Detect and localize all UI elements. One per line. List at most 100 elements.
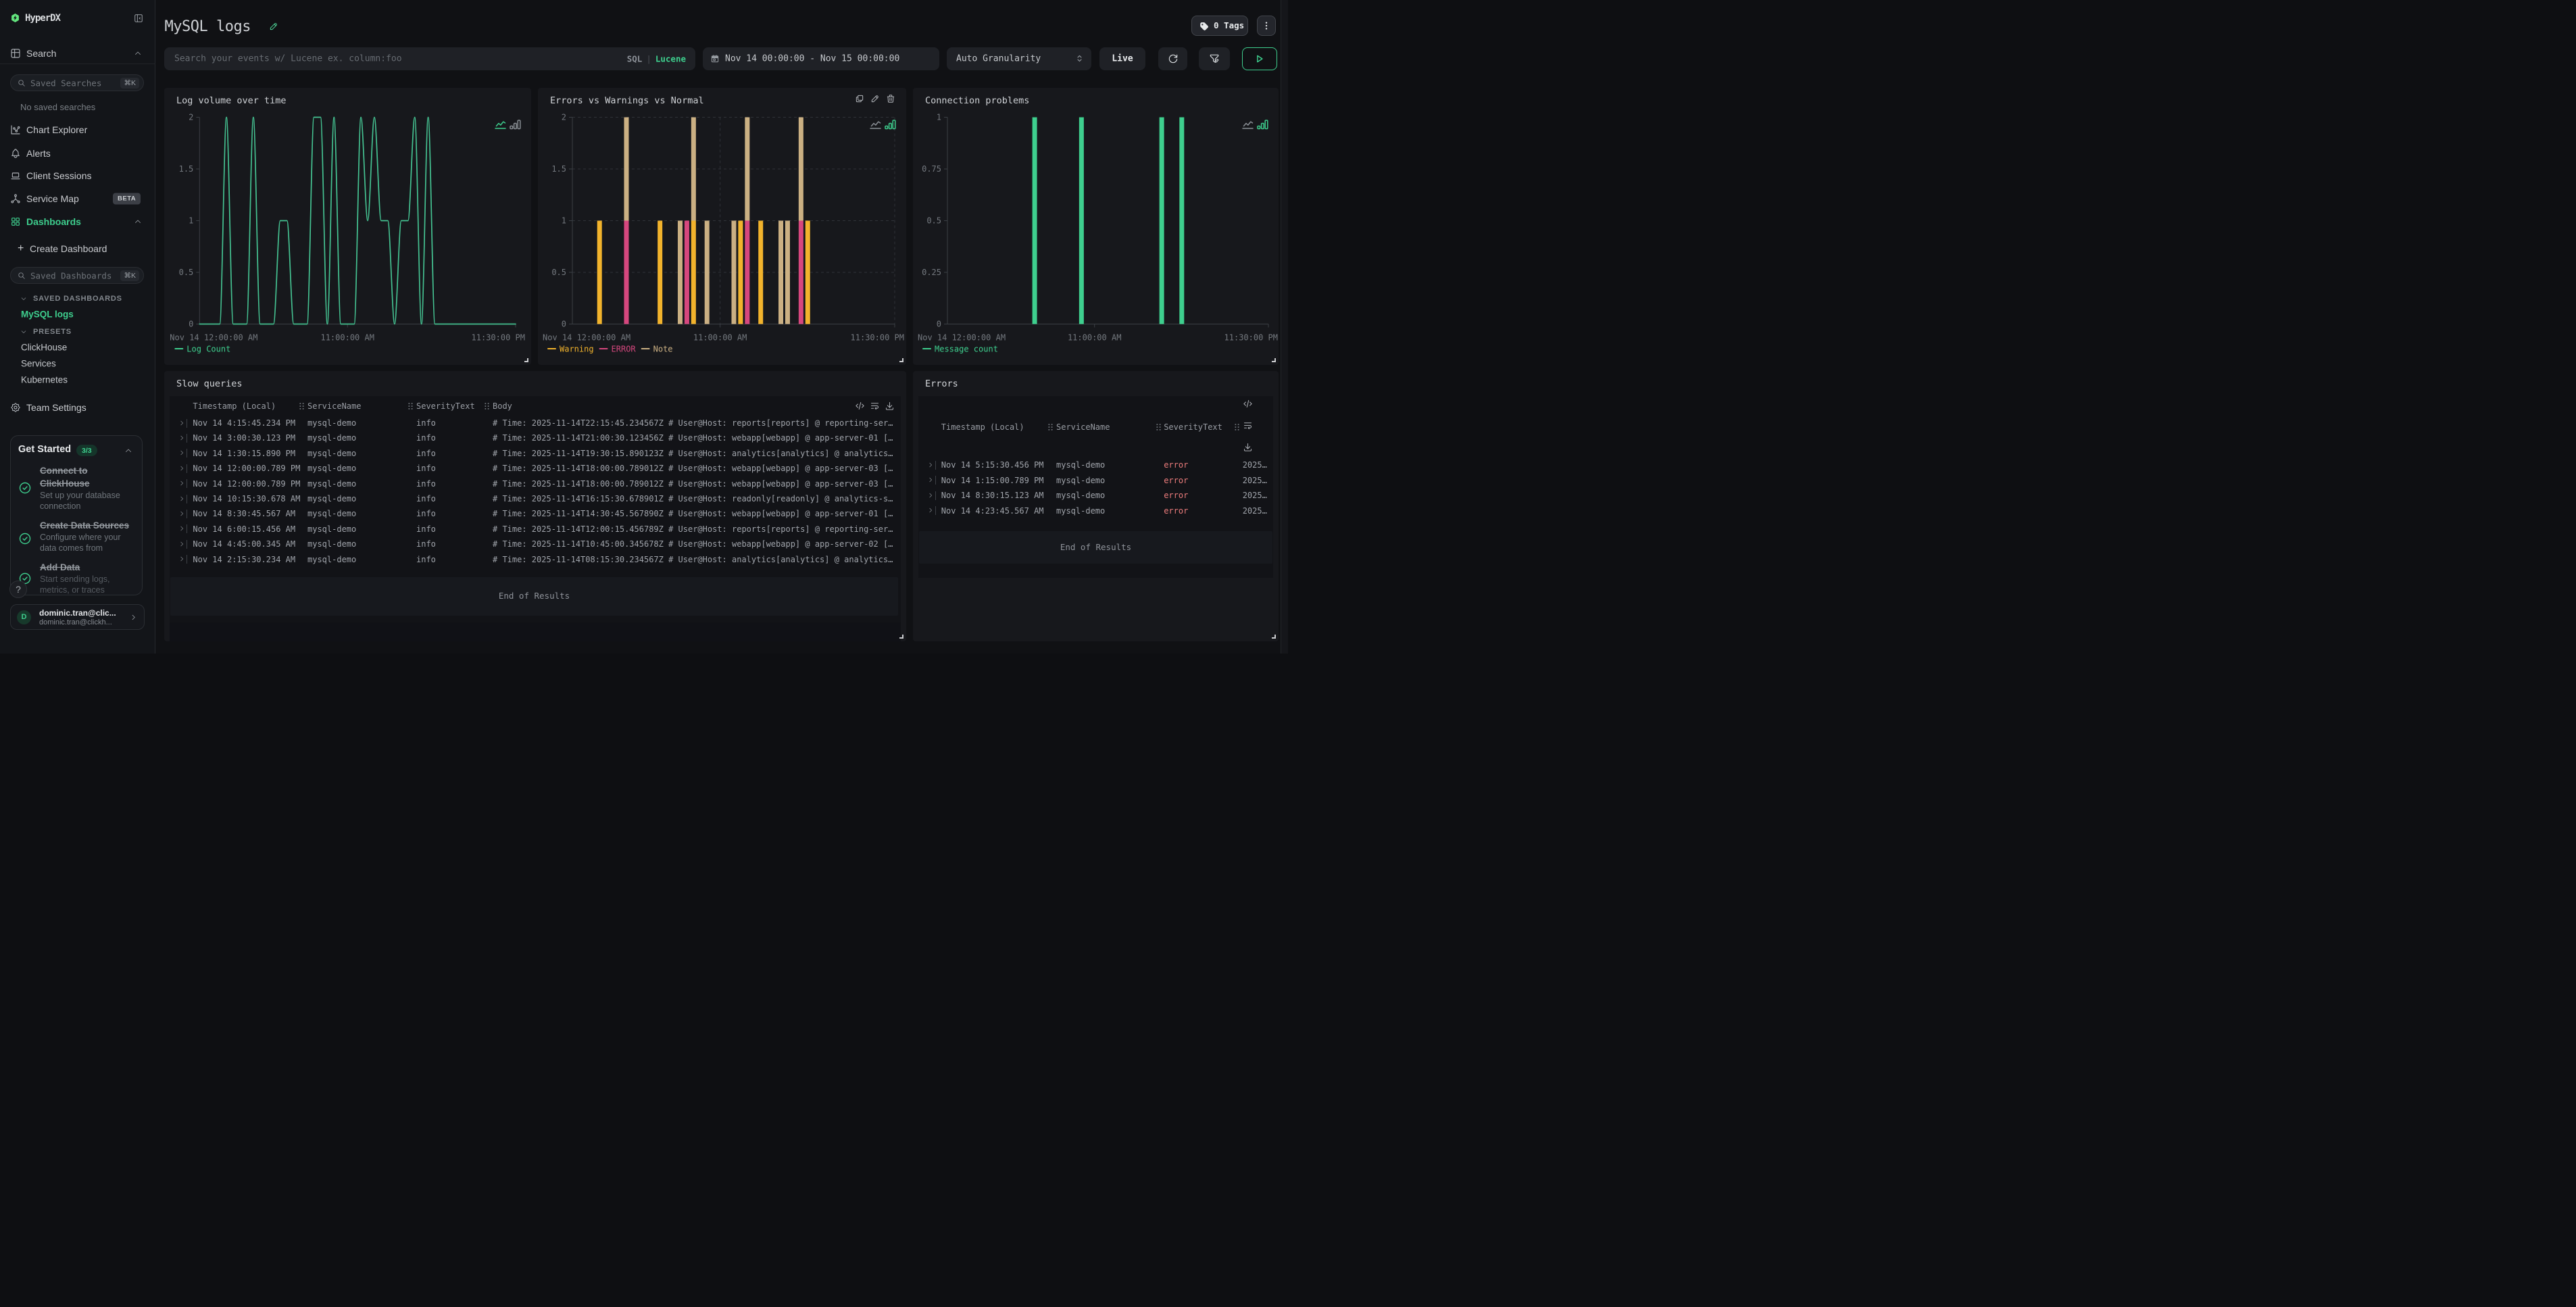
sidebar-item-team-settings[interactable]: Team Settings — [0, 397, 155, 418]
lucene-toggle[interactable]: Lucene — [655, 54, 686, 64]
expand-row-icon[interactable] — [178, 449, 185, 456]
section-presets[interactable]: PRESETS — [0, 324, 155, 339]
cell-body: # Time: 2025-11-14T08:15:30.234567Z # Us… — [493, 555, 893, 564]
run-query-button[interactable] — [1242, 47, 1277, 70]
cell-servicename: mysql-demo — [307, 539, 356, 549]
expand-row-icon[interactable] — [927, 492, 934, 499]
resize-handle[interactable] — [1272, 635, 1276, 639]
sidebar-collapse-icon[interactable] — [134, 14, 143, 23]
resize-handle[interactable] — [899, 358, 903, 362]
col-timestamp[interactable]: Timestamp (Local) — [941, 422, 1024, 432]
edit-title-icon[interactable] — [269, 22, 278, 31]
sidebar-item-client-sessions[interactable]: Client Sessions — [0, 166, 155, 186]
download-icon[interactable] — [885, 401, 895, 411]
resize-handle[interactable] — [899, 635, 903, 639]
create-dashboard-button[interactable]: + Create Dashboard — [0, 239, 155, 259]
expand-row-icon[interactable] — [927, 462, 934, 468]
expand-row-icon[interactable] — [178, 541, 185, 547]
cell-servicename: mysql-demo — [1056, 506, 1105, 516]
saved-searches-input[interactable]: Saved Searches ⌘K — [10, 74, 144, 91]
log-volume-chart[interactable]: 00.511.52Nov 14 12:00:00 AM11:00:00 AM11… — [164, 88, 531, 366]
column-drag-icon[interactable] — [407, 402, 414, 410]
expand-row-icon[interactable] — [178, 556, 185, 562]
errors-warnings-chart[interactable]: 00.511.52Nov 14 12:00:00 AM11:00:00 AM11… — [538, 88, 906, 366]
more-menu-button[interactable] — [1257, 16, 1276, 36]
expand-row-icon[interactable] — [927, 476, 934, 483]
help-button[interactable]: ? — [9, 581, 27, 598]
table-actions — [855, 401, 895, 411]
col-body[interactable]: Body — [493, 401, 512, 411]
expand-row-icon[interactable] — [178, 465, 185, 472]
section-saved-dashboards[interactable]: SAVED DASHBOARDS — [0, 291, 155, 306]
event-search-input[interactable]: Search your events w/ Lucene ex. column:… — [164, 47, 695, 70]
check-circle-icon — [18, 481, 32, 495]
saved-dashboards-input[interactable]: Saved Dashboards ⌘K — [10, 267, 144, 284]
tags-button[interactable]: 0 Tags — [1191, 16, 1248, 36]
live-button[interactable]: Live — [1099, 47, 1145, 70]
chevron-up-icon[interactable] — [124, 447, 132, 455]
date-range-value: Nov 14 00:00:00 - Nov 15 00:00:00 — [725, 54, 899, 64]
column-drag-icon[interactable] — [1234, 423, 1240, 431]
code-icon[interactable] — [1243, 399, 1253, 409]
tag-icon — [1199, 22, 1209, 31]
expand-row-icon[interactable] — [178, 525, 185, 532]
expand-row-icon[interactable] — [178, 495, 185, 502]
column-drag-icon[interactable] — [1156, 423, 1162, 431]
sidebar-item-alerts[interactable]: Alerts — [0, 143, 155, 164]
code-icon[interactable] — [855, 401, 865, 411]
col-servicename[interactable]: ServiceName — [1056, 422, 1110, 432]
horizontal-scrollbar[interactable] — [170, 622, 901, 641]
cell-timestamp: Nov 14 12:00:00.789 PM — [193, 464, 300, 473]
text-wrap-icon[interactable] — [870, 401, 880, 411]
connection-problems-chart[interactable]: 00.250.50.751Nov 14 12:00:00 AM11:00:00 … — [913, 88, 1279, 366]
get-started-item-title[interactable]: Create Data Sources — [40, 520, 138, 533]
sidebar-item-chart-explorer[interactable]: Chart Explorer — [0, 120, 155, 140]
column-drag-icon[interactable] — [484, 402, 490, 410]
col-severitytext[interactable]: SeverityText — [416, 401, 475, 411]
expand-row-icon[interactable] — [927, 507, 934, 514]
panel-title: Slow queries — [176, 378, 243, 389]
sidebar-item-service-map[interactable]: Service Map BETA — [0, 189, 155, 209]
date-range-input[interactable]: Nov 14 00:00:00 - Nov 15 00:00:00 — [703, 47, 939, 70]
sql-toggle[interactable]: SQL — [627, 54, 643, 64]
col-timestamp[interactable]: Timestamp (Local) — [193, 401, 276, 411]
cell-severity: error — [1164, 506, 1188, 516]
cell-servicename: mysql-demo — [1056, 476, 1105, 485]
preset-link-label: ClickHouse — [21, 342, 67, 352]
expand-row-icon[interactable] — [178, 480, 185, 487]
resize-handle[interactable] — [524, 358, 528, 362]
sidebar-item-clickhouse[interactable]: ClickHouse — [0, 340, 155, 355]
cell-body: # Time: 2025-11-14T18:00:00.789012Z # Us… — [493, 464, 893, 473]
user-profile-card[interactable]: D dominic.tran@clic... dominic.tran@clic… — [10, 604, 145, 630]
expand-row-icon[interactable] — [178, 435, 185, 441]
cell-servicename: mysql-demo — [307, 509, 356, 518]
sidebar-item-kubernetes[interactable]: Kubernetes — [0, 372, 155, 387]
chevron-up-icon — [134, 49, 142, 57]
get-started-item-title[interactable]: Add Data — [40, 562, 138, 574]
sidebar-item-search[interactable]: Search — [0, 43, 155, 64]
cell-servicename: mysql-demo — [307, 524, 356, 534]
sidebar-item-mysql-logs[interactable]: MySQL logs — [0, 307, 155, 322]
resize-handle[interactable] — [1272, 358, 1276, 362]
download-icon[interactable] — [1243, 442, 1253, 452]
column-drag-icon[interactable] — [1047, 423, 1054, 431]
get-started-item-desc: Set up your database connection — [40, 490, 138, 512]
expand-row-icon[interactable] — [178, 510, 185, 517]
sidebar-item-label: Client Sessions — [26, 170, 92, 181]
text-wrap-icon[interactable] — [1243, 420, 1253, 430]
col-servicename[interactable]: ServiceName — [307, 401, 361, 411]
chevron-down-icon — [20, 328, 27, 335]
col-severitytext[interactable]: SeverityText — [1164, 422, 1222, 432]
get-started-item-title[interactable]: Connect to ClickHouse — [40, 465, 138, 491]
column-drag-icon[interactable] — [299, 402, 305, 410]
get-started-item-desc: Configure where your data comes from — [40, 532, 138, 553]
expand-row-icon[interactable] — [178, 420, 185, 426]
cell-body: # Time: 2025-11-14T12:00:15.456789Z # Us… — [493, 524, 893, 534]
scrollbar-gutter[interactable] — [1281, 0, 1288, 654]
filter-button[interactable] — [1199, 47, 1230, 70]
sidebar-item-services[interactable]: Services — [0, 356, 155, 371]
granularity-select[interactable]: Auto Granularity — [947, 47, 1091, 70]
kbd-shortcut: ⌘K — [120, 270, 139, 281]
sidebar-item-dashboards[interactable]: Dashboards — [0, 212, 155, 232]
refresh-button[interactable] — [1158, 47, 1187, 70]
